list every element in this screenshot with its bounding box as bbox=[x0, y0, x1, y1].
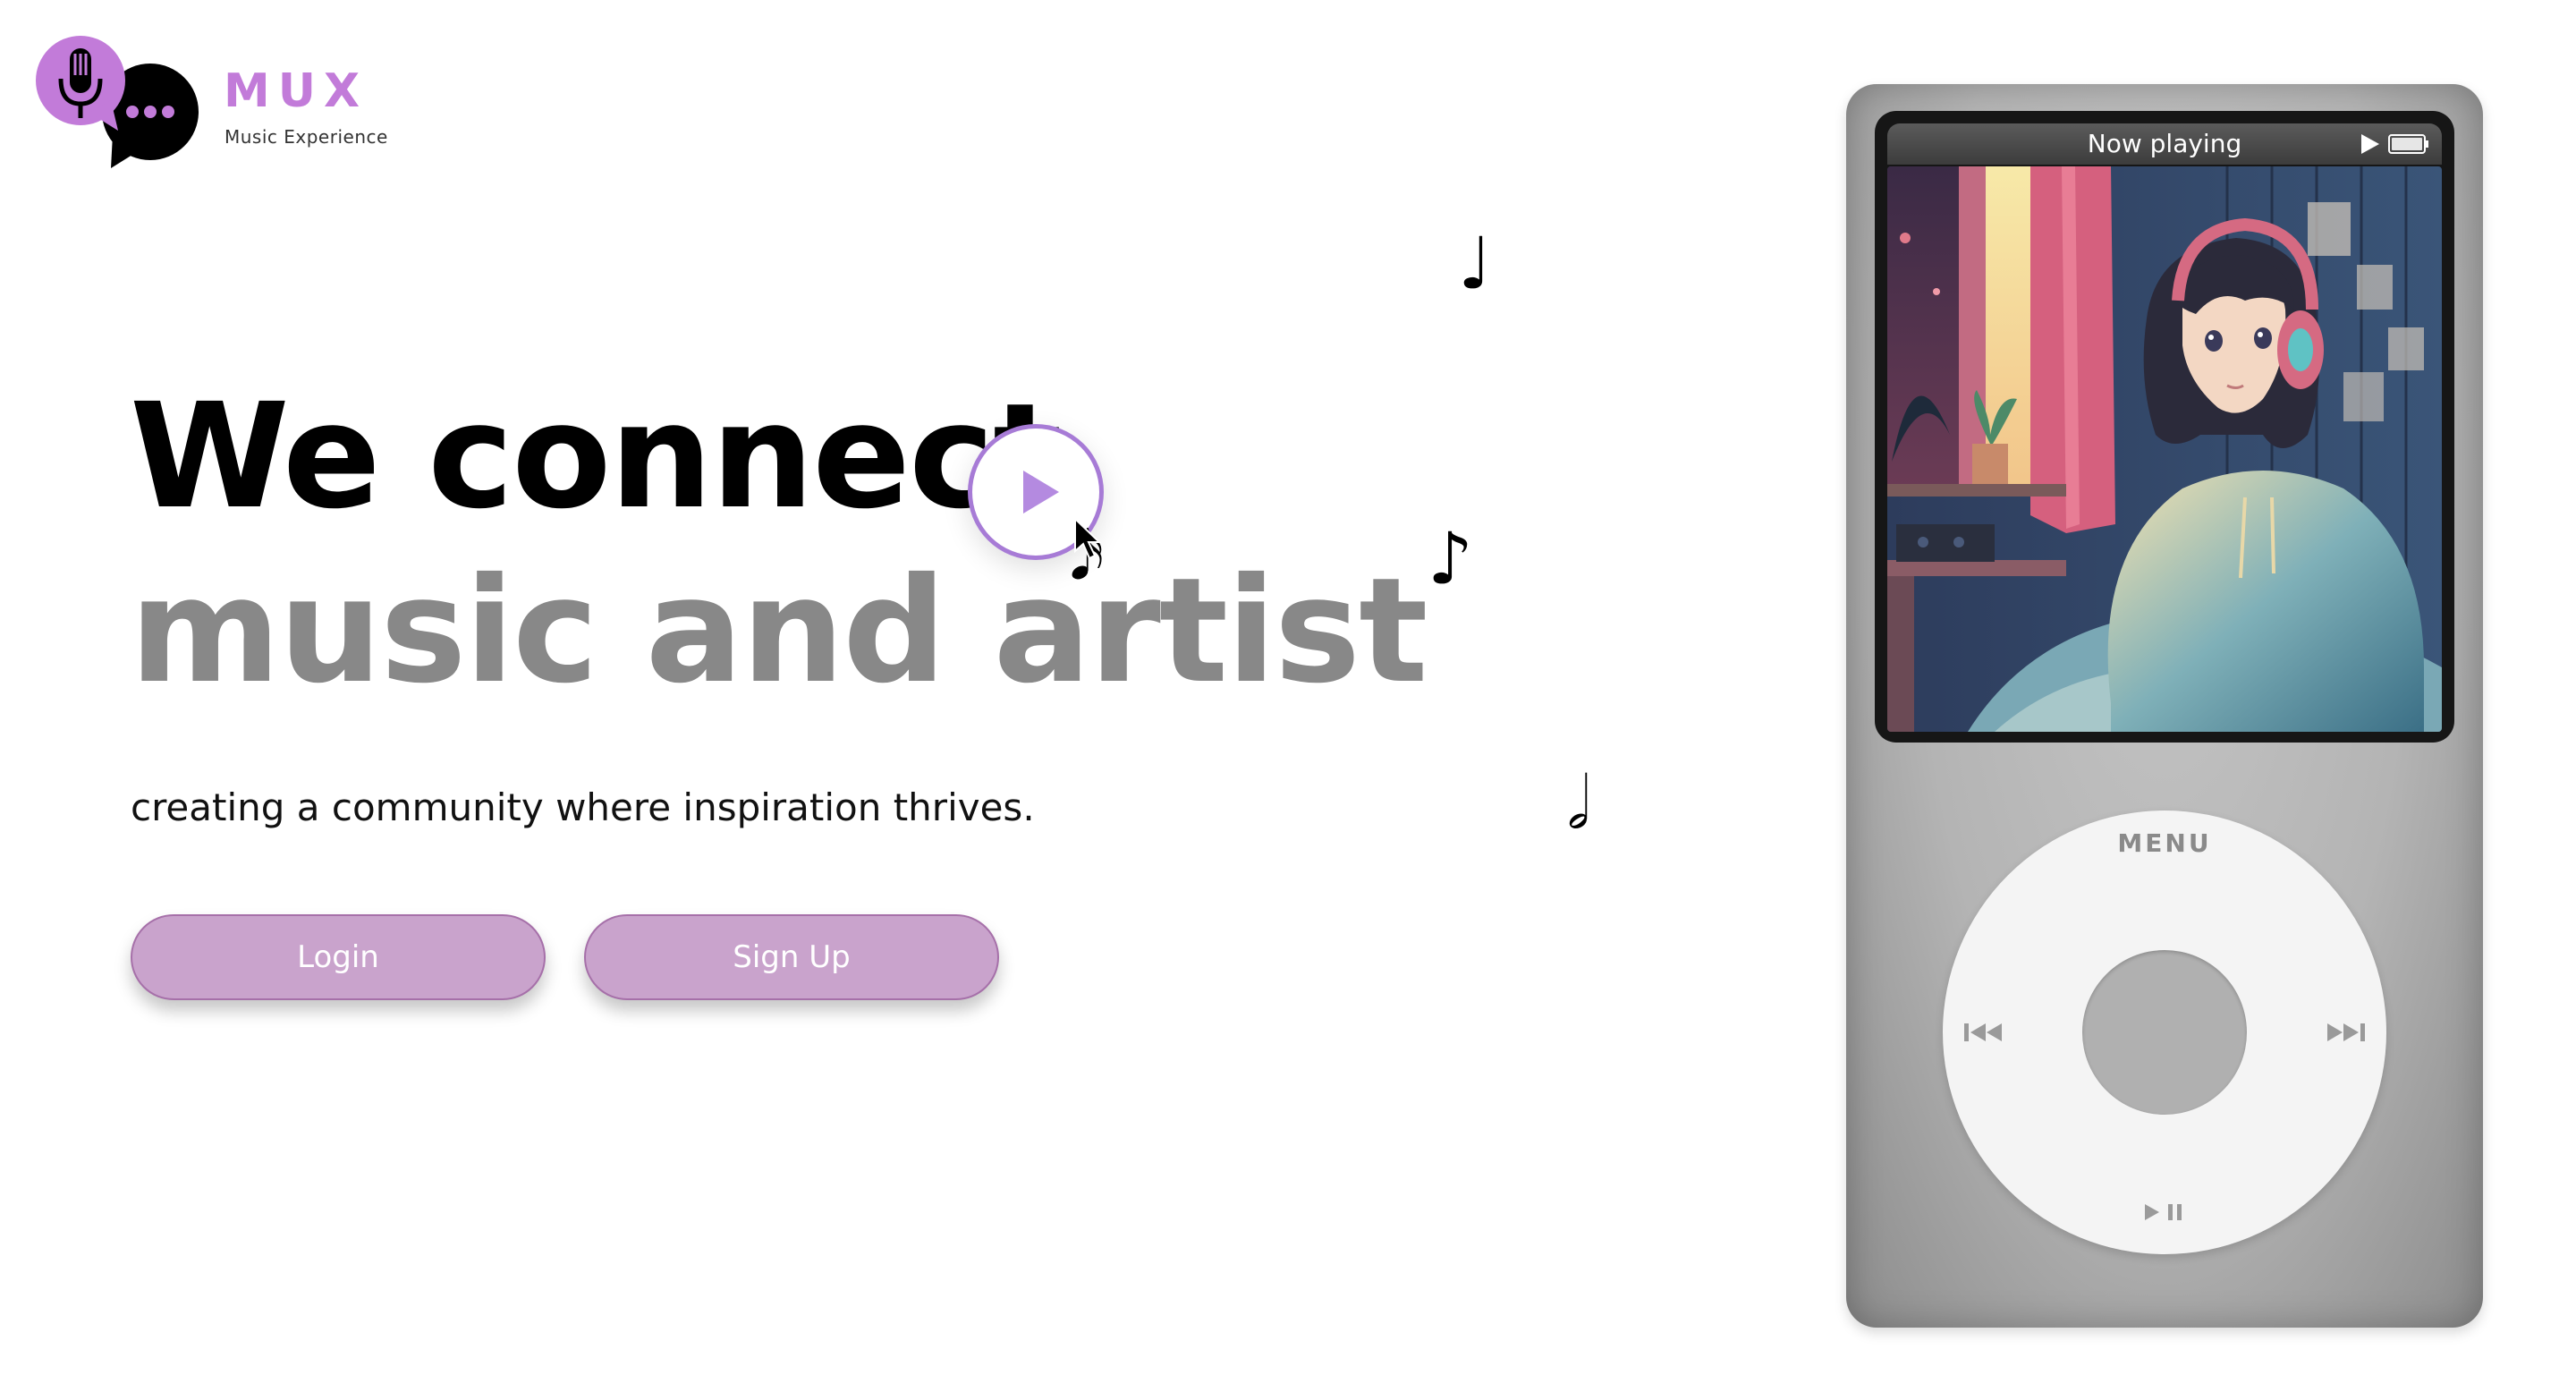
play-icon bbox=[2361, 134, 2379, 154]
album-artwork bbox=[1887, 166, 2442, 732]
music-note-icon: ♩ bbox=[1458, 222, 1492, 305]
battery-icon bbox=[2388, 134, 2428, 154]
player-screen: Now playing bbox=[1875, 111, 2454, 743]
click-wheel[interactable]: MENU bbox=[1943, 811, 2386, 1254]
brand-name: MUX bbox=[224, 64, 369, 118]
hero-subtitle: creating a community where inspiration t… bbox=[131, 785, 1035, 829]
center-select-button[interactable] bbox=[2082, 950, 2247, 1115]
hero-heading-line2: music and artist bbox=[130, 547, 1428, 716]
music-note-icon: 𝅗𝅥 bbox=[1567, 761, 1590, 845]
login-button[interactable]: Login bbox=[131, 914, 546, 1000]
menu-button[interactable]: MENU bbox=[1943, 828, 2386, 858]
brand-tagline: Music Experience bbox=[225, 126, 388, 148]
hero-heading-line1: We connect bbox=[130, 373, 1063, 541]
play-pause-icon[interactable] bbox=[2140, 1197, 2193, 1227]
mouse-cursor-icon bbox=[1074, 517, 1102, 560]
player-status-bar: Now playing bbox=[1887, 123, 2442, 165]
previous-track-icon[interactable] bbox=[1959, 1014, 2009, 1050]
mux-logo-icon bbox=[36, 36, 206, 170]
next-track-icon[interactable] bbox=[2320, 1014, 2370, 1050]
music-note-icon: ♪ bbox=[1428, 517, 1474, 600]
signup-button[interactable]: Sign Up bbox=[584, 914, 999, 1000]
logo[interactable]: MUX Music Experience bbox=[36, 36, 411, 170]
ipod-player: Now playing MENU bbox=[1846, 84, 2483, 1328]
